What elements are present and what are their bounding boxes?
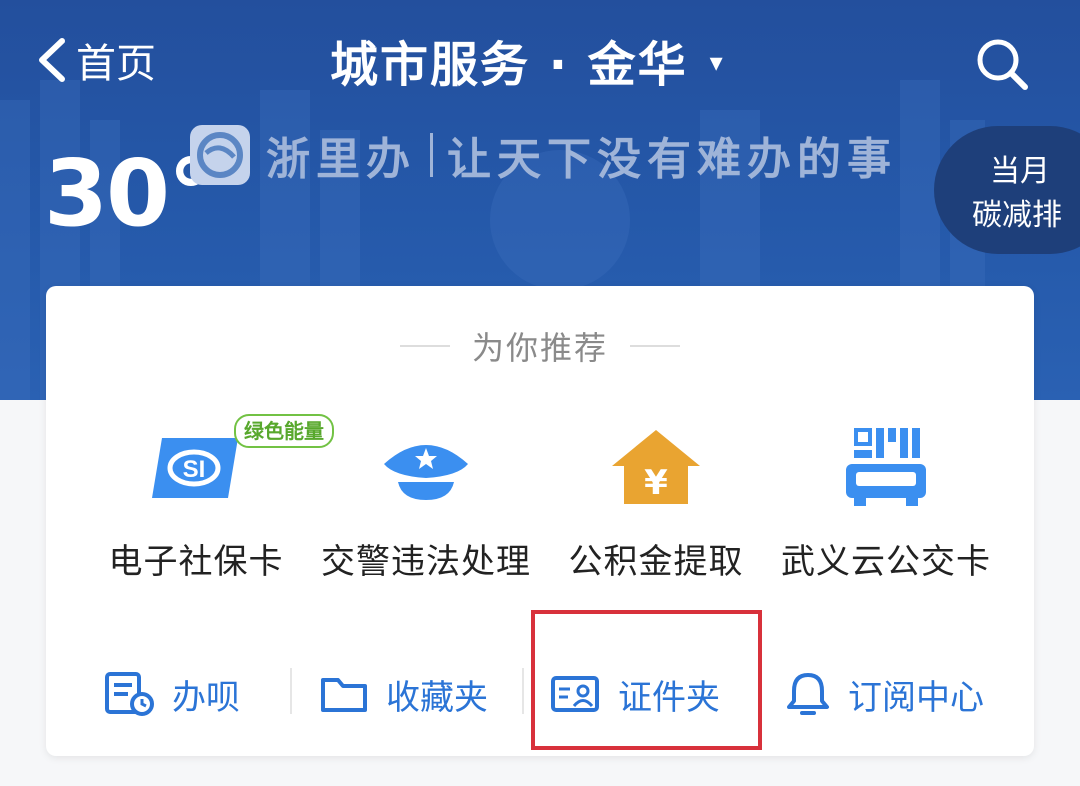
tool-banbei[interactable]: 办呗	[104, 664, 240, 724]
zheliban-logo-icon	[190, 125, 250, 185]
svg-text:¥: ¥	[644, 463, 668, 503]
slogan-brand: 浙里办	[266, 134, 416, 185]
tool-label: 订阅中心	[848, 677, 984, 718]
carbon-reduction-button[interactable]: 当月 碳减排	[934, 126, 1080, 254]
divider-line	[630, 345, 680, 347]
back-button[interactable]: 首页	[36, 30, 156, 90]
bus-qr-card-icon	[838, 428, 934, 508]
service-bus-card[interactable]: 武义云公交卡	[776, 416, 996, 586]
tool-divider	[522, 668, 524, 714]
chevron-left-icon	[39, 38, 65, 82]
recommend-title: 为你推荐	[471, 329, 608, 367]
back-label: 首页	[76, 41, 156, 87]
service-housing-fund[interactable]: ¥ 公积金提取	[546, 416, 766, 586]
service-label: 武义云公交卡	[781, 542, 991, 582]
folder-icon	[321, 678, 367, 712]
tool-divider	[290, 668, 292, 714]
slogan-banner: 浙里办 让天下没有难办的事	[188, 118, 897, 192]
search-icon	[977, 39, 1028, 90]
recommend-header: 为你推荐	[46, 326, 1034, 367]
housing-fund-icon: ¥	[608, 428, 704, 508]
bell-icon	[787, 673, 829, 715]
tool-subscriptions[interactable]: 订阅中心	[786, 664, 984, 724]
service-traffic-violation[interactable]: 交警违法处理	[316, 416, 536, 586]
highlight-box	[531, 610, 762, 750]
service-label: 交警违法处理	[321, 542, 531, 582]
tool-favorites[interactable]: 收藏夹	[320, 664, 488, 724]
tool-label: 办呗	[172, 677, 240, 718]
tool-label: 收藏夹	[386, 677, 488, 718]
social-security-card-icon: SI	[148, 428, 244, 508]
svg-text:SI: SI	[183, 456, 206, 483]
slogan-text: 让天下没有难办的事	[447, 134, 897, 185]
task-list-icon	[105, 672, 154, 716]
divider-line	[399, 345, 450, 347]
carbon-line2: 碳减排	[972, 198, 1062, 233]
police-cap-icon	[378, 428, 474, 508]
search-button[interactable]	[972, 34, 1032, 94]
page-title: 城市服务 · 金华	[330, 37, 688, 93]
temperature: 30°	[44, 140, 214, 247]
caret-down-icon: ▾	[709, 48, 725, 78]
slogan-divider	[430, 133, 433, 177]
service-label: 公积金提取	[568, 542, 744, 582]
city-selector[interactable]: 城市服务 · 金华 ▾	[330, 28, 725, 93]
service-label: 电子社保卡	[108, 542, 284, 582]
carbon-line1: 当月	[990, 154, 1050, 189]
